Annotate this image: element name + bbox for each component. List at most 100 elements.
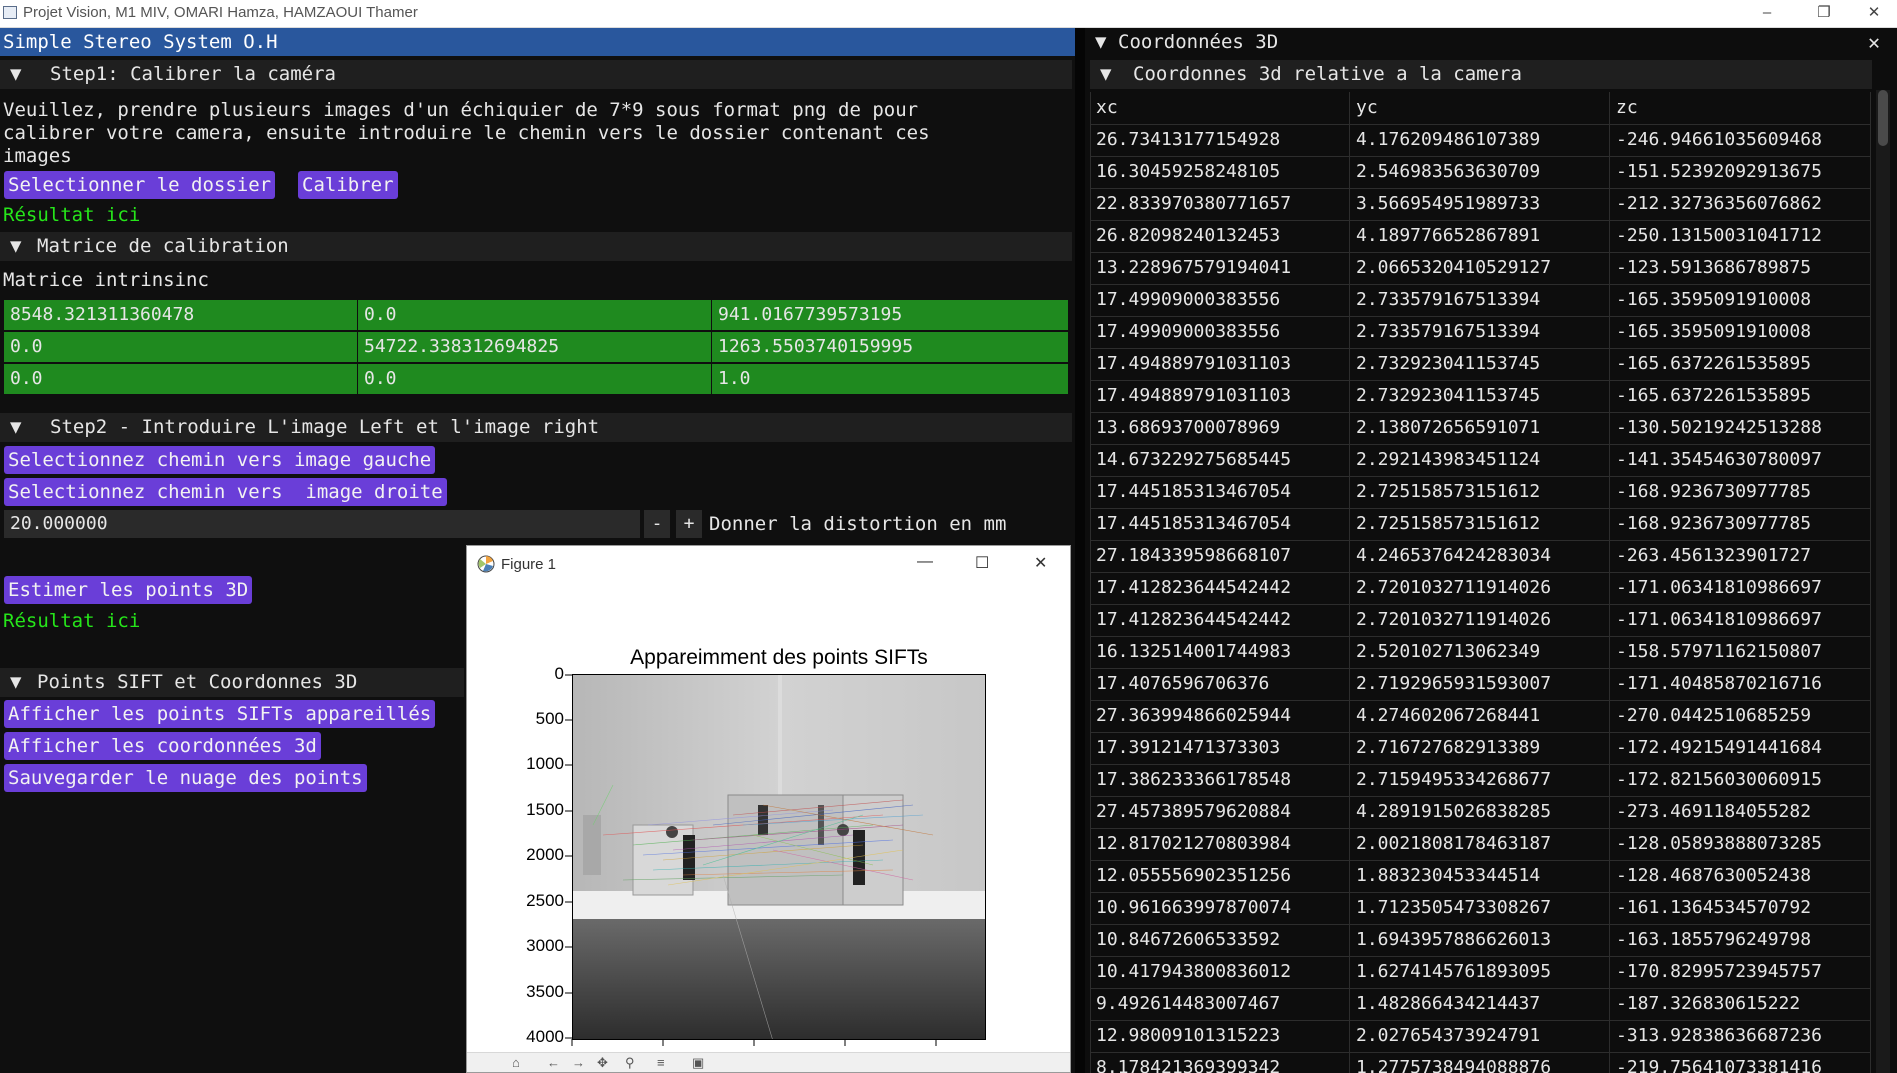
column-header-yc: yc [1356,97,1378,118]
y-tick-label: 1500 [526,800,564,819]
back-icon[interactable]: ← [547,1055,560,1070]
maximize-button[interactable]: ❐ [1801,0,1847,27]
cell-xc: 17.49909000383556 [1096,321,1281,342]
figure-title: Figure 1 [501,556,557,573]
table-row: 17.412823644542442 2.7201032711914026 -171… [1090,604,1871,636]
intrinsic-matrix-label: Matrice intrinsinc [3,269,209,291]
zoom-icon[interactable]: ⚲ [625,1055,635,1071]
calibration-matrix-header-label: Matrice de calibration [37,235,289,257]
table-row: 26.82098240132453 4.189776652867891 -250.1… [1090,220,1871,252]
collapse-arrow-icon: ▼ [1095,31,1107,53]
coords-window-title: Coordonnées 3D [1118,31,1279,53]
cell-xc: 26.82098240132453 [1096,225,1281,246]
close-icon[interactable]: ✕ [1868,28,1880,56]
close-button[interactable]: ✕ [1851,0,1897,27]
table-row: 27.184339598668107 4.2465376424283034 -263… [1090,540,1871,572]
figure-maximize-button[interactable]: ☐ [975,553,989,573]
cell-zc: -246.94661035609468 [1616,129,1822,150]
cell-yc: 2.733579167513394 [1356,321,1541,342]
home-icon[interactable]: ⌂ [512,1055,520,1070]
y-tick-label: 0 [554,664,564,683]
figure-close-button[interactable]: ✕ [1034,553,1047,573]
figure-canvas: Appareimment des points SIFTs 0 500 1000… [467,582,1070,1072]
cell-zc: -163.1855796249798 [1616,929,1812,950]
distortion-input[interactable]: 20.000000 [4,510,640,538]
cell-xc: 9.492614483007467 [1096,993,1281,1014]
cell-xc: 10.84672606533592 [1096,929,1281,950]
table-row: 17.445185313467054 2.725158573151612 -168.… [1090,508,1871,540]
select-right-image-button[interactable]: Selectionnez chemin vers image droite [4,478,447,506]
cell-zc: -165.6372261535895 [1616,353,1812,374]
cell-zc: -250.13150031041712 [1616,225,1822,246]
cell-xc: 27.457389579620884 [1096,801,1292,822]
save-point-cloud-button[interactable]: Sauvegarder le nuage des points [4,764,367,792]
step1-header[interactable]: ▼ Step1: Calibrer la caméra [0,60,1072,89]
cell-zc: -128.05893888073285 [1616,833,1822,854]
cell-zc: -141.35454630780097 [1616,449,1822,470]
increment-button[interactable]: + [676,510,702,538]
figure-minimize-button[interactable]: — [917,553,933,571]
cell-xc: 17.412823644542442 [1096,609,1292,630]
cell-yc: 1.6943957886626013 [1356,929,1552,950]
os-window-title: Projet Vision, M1 MIV, OMARI Hamza, HAMZ… [23,4,418,21]
cell-zc: -158.57971162150807 [1616,641,1822,662]
save-icon[interactable]: ▣ [692,1055,704,1071]
collapse-arrow-icon: ▼ [1100,63,1112,85]
figure-titlebar[interactable]: Figure 1 — ☐ ✕ [467,546,1070,582]
table-row: 13.228967579194041 2.0665320410529127 -123… [1090,252,1871,284]
cell-yc: 4.189776652867891 [1356,225,1541,246]
calibrate-button[interactable]: Calibrer [298,171,398,199]
cell-yc: 2.7192965931593007 [1356,673,1552,694]
cell-yc: 2.520102713062349 [1356,641,1541,662]
calibration-matrix-header[interactable]: ▼ Matrice de calibration [0,232,1072,261]
show-3d-coords-button[interactable]: Afficher les coordonnées 3d [4,732,321,760]
collapse-arrow-icon: ▼ [10,235,22,257]
table-row: 12.817021270803984 2.0021808178463187 -128… [1090,828,1871,860]
cell-yc: 2.7201032711914026 [1356,577,1552,598]
cell-zc: -273.4691184055282 [1616,801,1812,822]
cell-xc: 17.4076596706376 [1096,673,1270,694]
sift-header[interactable]: ▼ Points SIFT et Coordonnes 3D [0,668,464,697]
table-row: 13.68693700078969 2.138072656591071 -130.5… [1090,412,1871,444]
select-folder-button[interactable]: Selectionner le dossier [4,171,276,199]
cell-yc: 1.7123505473308267 [1356,897,1552,918]
y-tick-label: 3500 [526,982,564,1001]
cell-zc: -165.3595091910008 [1616,289,1812,310]
minimize-button[interactable]: – [1744,0,1790,27]
step2-header-label: Step2 - Introduire L'image Left et l'ima… [50,416,600,438]
configure-icon[interactable]: ≡ [657,1055,665,1070]
cell-zc: -165.6372261535895 [1616,385,1812,406]
cell-zc: -172.49215491441684 [1616,737,1822,758]
cell-yc: 4.274602067268441 [1356,705,1541,726]
instruction-line-1: Veuillez, prendre plusieurs images d'un … [3,99,919,121]
forward-icon[interactable]: → [572,1055,585,1070]
cell-xc: 17.386233366178548 [1096,769,1292,790]
cell-zc: -263.4561323901727 [1616,545,1812,566]
table-row: 17.49909000383556 2.733579167513394 -165.3… [1090,316,1871,348]
cell-yc: 4.2891915026838285 [1356,801,1552,822]
coords-section-header-label: Coordonnes 3d relative a la camera [1133,63,1522,85]
pan-icon[interactable]: ✥ [597,1055,608,1071]
table-row: 12.055556902351256 1.883230453344514 -128.… [1090,860,1871,892]
show-sift-matches-button[interactable]: Afficher les points SIFTs appareillés [4,700,436,728]
step2-header[interactable]: ▼ Step2 - Introduire L'image Left et l'i… [0,413,1072,442]
collapse-arrow-icon: ▼ [10,416,22,438]
decrement-button[interactable]: - [644,510,670,538]
cell-yc: 2.0021808178463187 [1356,833,1552,854]
table-grid-line [1609,92,1610,1073]
matrix-cell: 8548.321311360478 [4,300,357,330]
table-grid-line [1349,92,1350,1073]
cell-yc: 2.027654373924791 [1356,1025,1541,1046]
select-left-image-button[interactable]: Selectionnez chemin vers image gauche [4,446,436,474]
cell-yc: 2.7159495334268677 [1356,769,1552,790]
panel-title[interactable]: Simple Stereo System O.H [0,28,1075,56]
matplotlib-icon [477,555,495,573]
instruction-line-3: images [3,145,72,167]
figure-window[interactable]: Figure 1 — ☐ ✕ Appareimment des points S… [466,545,1071,1073]
scrollbar-track[interactable] [1876,90,1890,1073]
coords-section-header[interactable]: ▼ Coordonnes 3d relative a la camera [1090,60,1872,89]
scrollbar-thumb[interactable] [1878,90,1888,146]
coords-window-titlebar[interactable]: ▼ Coordonnées 3D ✕ [1085,28,1897,56]
step1-result: Résultat ici [3,204,141,226]
estimate-3d-points-button[interactable]: Estimer les points 3D [4,576,253,604]
